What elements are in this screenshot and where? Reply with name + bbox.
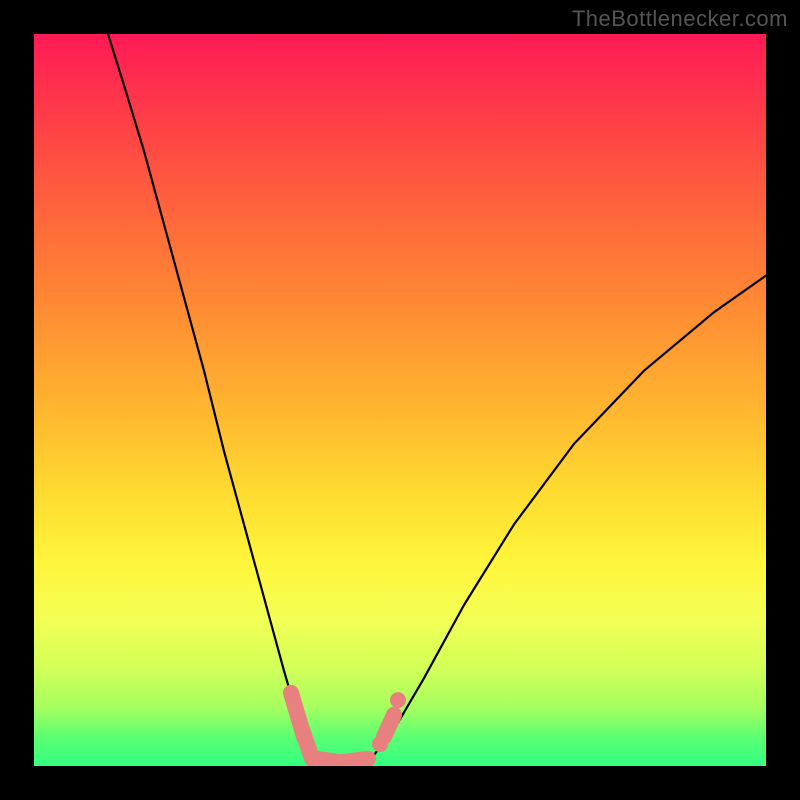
- watermark-text: TheBottlenecker.com: [572, 6, 788, 32]
- chart-svg: [34, 34, 766, 766]
- marker-capsule: [384, 715, 394, 737]
- plot-area: [34, 34, 766, 766]
- marker-dot: [390, 692, 406, 708]
- marker-capsule: [342, 759, 368, 763]
- bottleneck-curve: [108, 34, 766, 762]
- chart-frame: TheBottlenecker.com: [0, 0, 800, 800]
